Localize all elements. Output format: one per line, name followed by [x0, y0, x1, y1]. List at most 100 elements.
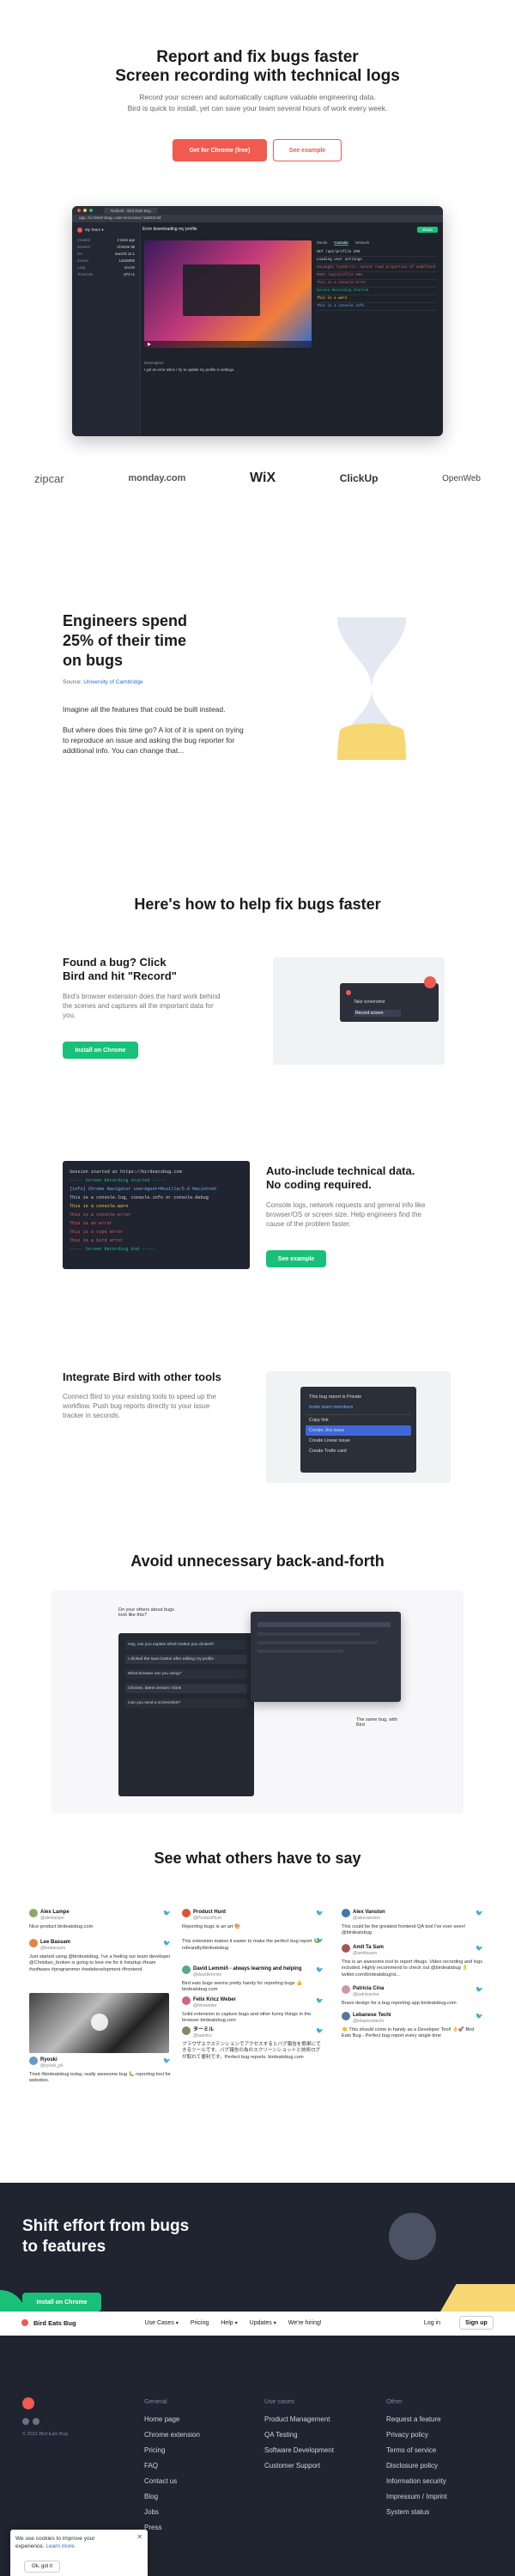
footer-link[interactable]: Customer Support [264, 2462, 334, 2470]
hourglass-text: Engineers spend 25% of their time on bug… [63, 611, 251, 756]
nav-pricing[interactable]: Pricing [191, 2320, 209, 2326]
avatar [29, 2057, 38, 2065]
wix-logo: WiX [250, 471, 276, 485]
footer-link[interactable]: FAQ [144, 2462, 200, 2470]
footer-link[interactable]: Software Development [264, 2446, 334, 2454]
twitter-bird-icon: 🐦 [476, 1946, 483, 1952]
nav-use-cases[interactable]: Use Cases [145, 2320, 174, 2326]
get-chrome-button[interactable]: Get for Chrome (free) [173, 139, 267, 161]
meta-key: Timezone [77, 272, 94, 276]
footer-logo-icon[interactable] [22, 2397, 34, 2409]
cookie-learn-more[interactable]: Learn more. [45, 2543, 76, 2549]
popup-screenshot-item[interactable]: Take screenshot [354, 999, 385, 1005]
footer-link[interactable]: Pricing [144, 2446, 200, 2454]
address-bar[interactable]: app.birdeatsbug.com/sessions/1a2b3c4d [79, 216, 161, 221]
footer-link[interactable]: Jobs [144, 2508, 200, 2516]
testimonial-card[interactable]: Amit Ta Sam @amittasam 🐦 This is an awesome… [342, 1944, 483, 1982]
footer-link[interactable]: Press [144, 2524, 200, 2531]
footer-link[interactable]: Impressum / Imprint [386, 2493, 447, 2500]
meta-row: Timezone UTC+1 [77, 272, 135, 276]
twitter-bird-icon: 🐦 [316, 1998, 324, 2004]
footer-link[interactable]: Chrome extension [144, 2431, 200, 2439]
bird-extension-icon[interactable] [424, 976, 436, 988]
testimonial-card[interactable]: Patricia Cina @patriciacina 🐦 Bravo design … [342, 1985, 483, 2008]
banner-title-2: to features [22, 2238, 106, 2256]
integration-menu-item[interactable]: Create Jira issue [306, 1425, 411, 1436]
tab-console[interactable]: Console [334, 240, 348, 246]
tweet-text: Just started using @birdeatsbug, I've a … [29, 1953, 171, 1972]
meta-key: Screen [77, 258, 89, 263]
nav-hiring[interactable]: We're hiring! [288, 2320, 322, 2326]
logo-strip: zipcar monday.com WiX ClickUp OpenWeb [34, 471, 481, 486]
testimonial-card[interactable]: Alex Lampe @alexlampe 🐦 Nice product birdea… [29, 1909, 171, 1935]
login-link[interactable]: Log in [424, 2320, 440, 2326]
footer-link[interactable]: Home page [144, 2415, 200, 2423]
integration-menu-item[interactable]: Create Linear issue [306, 1436, 411, 1446]
footer-link[interactable]: System status [386, 2508, 447, 2516]
testimonial-card[interactable]: David Lemmiñ - always learning and helpi… [182, 1965, 324, 1993]
testimonial-card[interactable]: Lebanese Techi @lebanesetechi 🐦 👏 This shou… [342, 2012, 483, 2043]
share-button[interactable]: Share [416, 226, 438, 233]
play-icon[interactable] [148, 343, 151, 346]
linkedin-icon[interactable] [33, 2418, 39, 2425]
footer-link[interactable]: Disclosure policy [386, 2462, 447, 2470]
nav-help[interactable]: Help [221, 2320, 233, 2326]
see-example-button[interactable]: See example [273, 139, 342, 161]
nav-updates[interactable]: Updates [250, 2320, 272, 2326]
console-line: Uncaught TypeError: Cannot read properti… [317, 264, 437, 272]
integration-menu-item[interactable]: Copy link [306, 1414, 411, 1425]
browser-tab[interactable]: Netlook - Bird Eats Bug [104, 207, 158, 214]
code-line: This is a type error [70, 1230, 124, 1235]
footer-link[interactable]: Terms of service [386, 2446, 447, 2454]
testimonial-card[interactable]: Felix Kricz Weber @felixweber 🐦 Solid exten… [182, 1996, 324, 2024]
zipcar-logo: zipcar [34, 471, 64, 485]
footer-link[interactable]: Privacy policy [386, 2431, 447, 2439]
console-line: POST /api/profile 500 [317, 272, 437, 280]
close-icon[interactable]: ✕ [136, 2533, 142, 2541]
feature2-body: Console logs, network requests and gener… [266, 1201, 426, 1228]
twitter-bird-icon: 🐦 [476, 1911, 483, 1917]
meta-key: Created [77, 238, 90, 242]
tweet-handle: @amittasam [353, 1951, 378, 1957]
integration-menu-item[interactable]: Invite team members [306, 1402, 411, 1413]
video-player[interactable] [144, 240, 312, 348]
footer-link[interactable]: Product Management [264, 2415, 334, 2423]
meta-row: Created 2 mins ago [77, 238, 135, 242]
brand-logo-icon[interactable] [21, 2319, 28, 2326]
chat-message: Can you send a screenshot? [125, 1698, 247, 1708]
avatar [182, 2026, 191, 2035]
footer-link[interactable]: Blog [144, 2493, 200, 2500]
footer-link[interactable]: Request a feature [386, 2415, 447, 2423]
footer-link[interactable]: Information security [386, 2477, 447, 2485]
hourglass-p2: But where does this time go? A lot of it… [63, 726, 244, 755]
back-title: Avoid unnecessary back-and-forth [130, 1552, 385, 1570]
integration-menu-item[interactable]: This bug report is Private [306, 1392, 411, 1402]
console-line: Loading user settings [317, 257, 437, 264]
tab-network[interactable]: Network [355, 240, 370, 246]
testimonial-card[interactable]: Ryoski @ryoski_ph 🐦 Tried #birdeatsbug toda… [29, 2057, 171, 2084]
signup-button[interactable]: Sign up [459, 2316, 494, 2330]
testimonial-card[interactable]: Alex Vanston @alexvanston 🐦 This could be t… [342, 1909, 483, 1940]
testimonial-card[interactable]: Product Hunt @ProductHunt 🐦 Reporting bugs … [182, 1909, 324, 1933]
install-chrome-button-1[interactable]: Install on Chrome [63, 1042, 138, 1059]
testimonial-card[interactable]: Lee Bassam @leebassam 🐦 Just started using … [29, 1939, 171, 1989]
monday-logo: monday.com [128, 473, 186, 483]
footer-link[interactable]: QA Testing [264, 2431, 334, 2439]
code-line: ----- Screen Recording started ----- [70, 1178, 167, 1183]
popup-record-item[interactable]: Record screen [354, 1010, 401, 1017]
footer-link[interactable]: Contact us [144, 2477, 200, 2485]
integration-menu-item[interactable]: Create Trello card [306, 1446, 411, 1456]
meta-row: Lang en-US [77, 265, 135, 270]
meta-value: 1440x900 [118, 258, 135, 263]
brand-name[interactable]: Bird Eats Bug [33, 2319, 76, 2327]
hourglass-title: Engineers spend 25% of their time on bug… [63, 612, 188, 669]
see-example-button-2[interactable]: See example [266, 1250, 326, 1267]
install-chrome-button-2[interactable]: Install on Chrome [22, 2293, 101, 2312]
twitter-icon[interactable] [22, 2418, 29, 2425]
tab-media[interactable]: Media [317, 240, 327, 246]
testimonial-card[interactable]: 🐦 This extension makes it easier to make … [182, 1936, 324, 1962]
help-title: Here's how to help fix bugs faster [134, 896, 381, 913]
source-link[interactable]: University of Cambridge [83, 679, 142, 685]
cookie-ok-button[interactable]: Ok, got it [24, 2561, 60, 2573]
testimonial-card[interactable]: ターミル @taamiru 🐦 ブラウザエクステンションでアクセスするとバグ報告を簡単… [182, 2026, 324, 2069]
